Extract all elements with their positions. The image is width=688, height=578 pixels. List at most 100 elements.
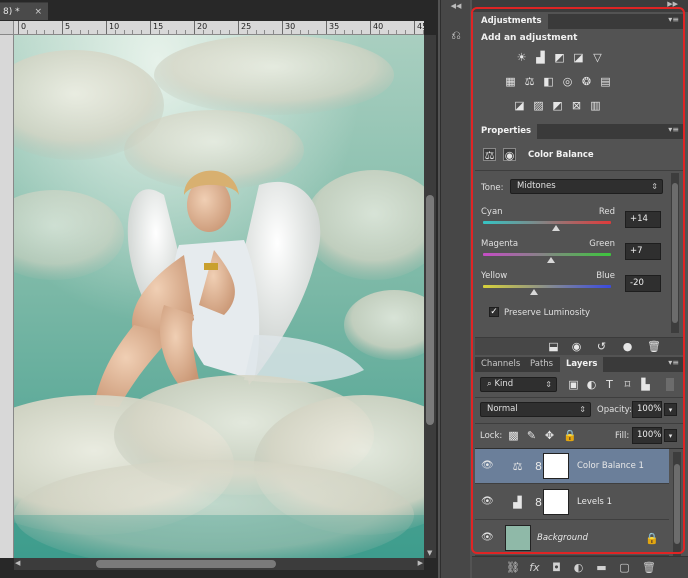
tab-paths[interactable]: Paths: [524, 357, 559, 372]
panel-menu-icon[interactable]: ▾≡: [668, 358, 679, 367]
slider-track[interactable]: [483, 221, 611, 224]
layer-row-background[interactable]: 👁 Background 🔒: [475, 521, 669, 556]
visibility-eye-icon[interactable]: 👁: [481, 496, 494, 508]
slider-knob[interactable]: [547, 257, 556, 263]
tone-select[interactable]: Midtones ⇕: [510, 179, 663, 194]
lock-all-icon[interactable]: 🔒: [563, 429, 577, 442]
hue-saturation-icon[interactable]: ▦: [504, 75, 517, 88]
collapse-dock-icon[interactable]: ▶▶: [472, 0, 688, 12]
visibility-eye-icon[interactable]: 👁: [481, 532, 494, 544]
layers-scroll-thumb[interactable]: [674, 464, 680, 544]
tab-channels[interactable]: Channels: [475, 357, 526, 372]
scroll-left-icon[interactable]: ◀: [15, 559, 20, 567]
layer-row-color-balance[interactable]: 👁 ⚖ 8 Color Balance 1: [475, 449, 669, 484]
ruler-origin[interactable]: [0, 21, 14, 35]
add-mask-icon[interactable]: ◘: [550, 561, 563, 574]
vertical-ruler[interactable]: [0, 35, 14, 558]
panel-menu-icon[interactable]: ▾≡: [668, 15, 679, 24]
reset-icon[interactable]: ↺: [595, 340, 608, 353]
horizontal-scroll-thumb[interactable]: [96, 560, 276, 568]
preserve-luminosity-checkbox[interactable]: ✓: [489, 307, 499, 317]
layer-name[interactable]: Background: [537, 533, 588, 543]
layer-row-levels[interactable]: 👁 ▟ 8 Levels 1: [475, 485, 669, 520]
tab-layers[interactable]: Layers: [560, 357, 604, 372]
expand-panels-icon[interactable]: ◀◀: [441, 2, 471, 12]
brightness-contrast-icon[interactable]: ☀: [515, 51, 528, 64]
new-layer-icon[interactable]: ▢: [618, 561, 631, 574]
lock-image-icon[interactable]: ✎: [525, 429, 538, 442]
exposure-icon[interactable]: ◪: [572, 51, 585, 64]
layer-mask-thumbnail[interactable]: [543, 453, 569, 479]
layer-mask-icon[interactable]: ◉: [503, 148, 516, 162]
visibility-eye-icon[interactable]: 👁: [481, 460, 494, 472]
properties-scroll-thumb[interactable]: [672, 183, 678, 323]
tab-properties[interactable]: Properties: [475, 124, 538, 139]
lock-position-icon[interactable]: ✥: [543, 429, 556, 442]
threshold-icon[interactable]: ◩: [551, 99, 564, 112]
posterize-icon[interactable]: ▨: [532, 99, 545, 112]
filter-kind-select[interactable]: ⌕ Kind ⇕: [480, 377, 557, 392]
blend-mode-select[interactable]: Normal ⇕: [480, 402, 591, 417]
delete-layer-icon[interactable]: 🗑: [642, 561, 656, 574]
levels-icon[interactable]: ▟: [534, 51, 547, 64]
ruler-minor-tick: [35, 30, 37, 34]
curves-icon[interactable]: ◩: [553, 51, 566, 64]
close-icon[interactable]: ×: [34, 3, 42, 21]
view-previous-state-icon[interactable]: ◉: [570, 340, 583, 353]
horizontal-ruler[interactable]: 0 5 10 15 20 25 30 35 40 45: [14, 21, 424, 35]
layer-name[interactable]: Color Balance 1: [577, 461, 644, 471]
delete-icon[interactable]: 🗑: [647, 340, 661, 353]
scroll-right-icon[interactable]: ▶: [418, 559, 423, 567]
vibrance-icon[interactable]: ▽: [591, 51, 604, 64]
ruler-minor-tick: [114, 30, 116, 34]
selective-color-icon[interactable]: ⊠: [570, 99, 583, 112]
image-canvas[interactable]: [14, 35, 424, 558]
fill-input[interactable]: 100%: [632, 427, 662, 444]
slider-track[interactable]: [483, 253, 611, 256]
link-layers-icon[interactable]: ⛓: [506, 561, 520, 574]
filter-type-icon[interactable]: T: [603, 378, 616, 391]
opacity-dropdown-icon[interactable]: ▾: [664, 403, 677, 416]
slider-value-input[interactable]: +14: [625, 211, 661, 228]
filter-smart-object-icon[interactable]: ▙: [639, 378, 652, 391]
fill-dropdown-icon[interactable]: ▾: [664, 429, 677, 442]
color-balance-icon[interactable]: ⚖: [523, 75, 536, 88]
clip-to-layer-icon[interactable]: ⬓: [547, 340, 560, 353]
filter-shape-icon[interactable]: ⌑: [621, 378, 634, 391]
slider-value-input[interactable]: +7: [625, 243, 661, 260]
scroll-down-icon[interactable]: ▼: [427, 549, 432, 557]
new-adjustment-layer-icon[interactable]: ◐: [572, 561, 585, 574]
document-tab[interactable]: 8) * ×: [0, 2, 48, 20]
visibility-icon[interactable]: ●: [621, 340, 634, 353]
lock-transparent-icon[interactable]: ▩: [507, 429, 520, 442]
filter-pixel-icon[interactable]: ▣: [567, 378, 580, 391]
layer-name[interactable]: Levels 1: [577, 497, 612, 507]
new-group-icon[interactable]: ▬: [595, 561, 608, 574]
layers-scrollbar[interactable]: [673, 452, 681, 556]
ruler-minor-tick: [422, 30, 424, 34]
slider-knob[interactable]: [530, 289, 539, 295]
invert-icon[interactable]: ◪: [513, 99, 526, 112]
properties-scrollbar[interactable]: [671, 173, 679, 333]
layer-style-icon[interactable]: fx: [528, 561, 541, 574]
horizontal-scrollbar[interactable]: ◀ ▶: [14, 558, 424, 570]
vertical-scroll-thumb[interactable]: [426, 195, 434, 425]
history-panel-icon[interactable]: ⎌: [448, 26, 464, 44]
background-thumbnail[interactable]: [505, 525, 531, 551]
filter-adjustment-icon[interactable]: ◐: [585, 378, 598, 391]
layer-mask-thumbnail[interactable]: [543, 489, 569, 515]
slider-value-input[interactable]: -20: [625, 275, 661, 292]
channel-mixer-icon[interactable]: ❂: [580, 75, 593, 88]
slider-track[interactable]: [483, 285, 611, 288]
black-white-icon[interactable]: ◧: [542, 75, 555, 88]
slider-right-label: Blue: [596, 271, 615, 281]
panel-menu-icon[interactable]: ▾≡: [668, 125, 679, 134]
filter-toggle-icon[interactable]: [666, 378, 674, 391]
opacity-input[interactable]: 100%: [632, 401, 662, 418]
color-lookup-icon[interactable]: ▤: [599, 75, 612, 88]
gradient-map-icon[interactable]: ▥: [589, 99, 602, 112]
vertical-scrollbar[interactable]: ▼: [424, 35, 436, 558]
photo-filter-icon[interactable]: ◎: [561, 75, 574, 88]
tab-adjustments[interactable]: Adjustments: [475, 14, 548, 29]
slider-knob[interactable]: [551, 225, 560, 231]
